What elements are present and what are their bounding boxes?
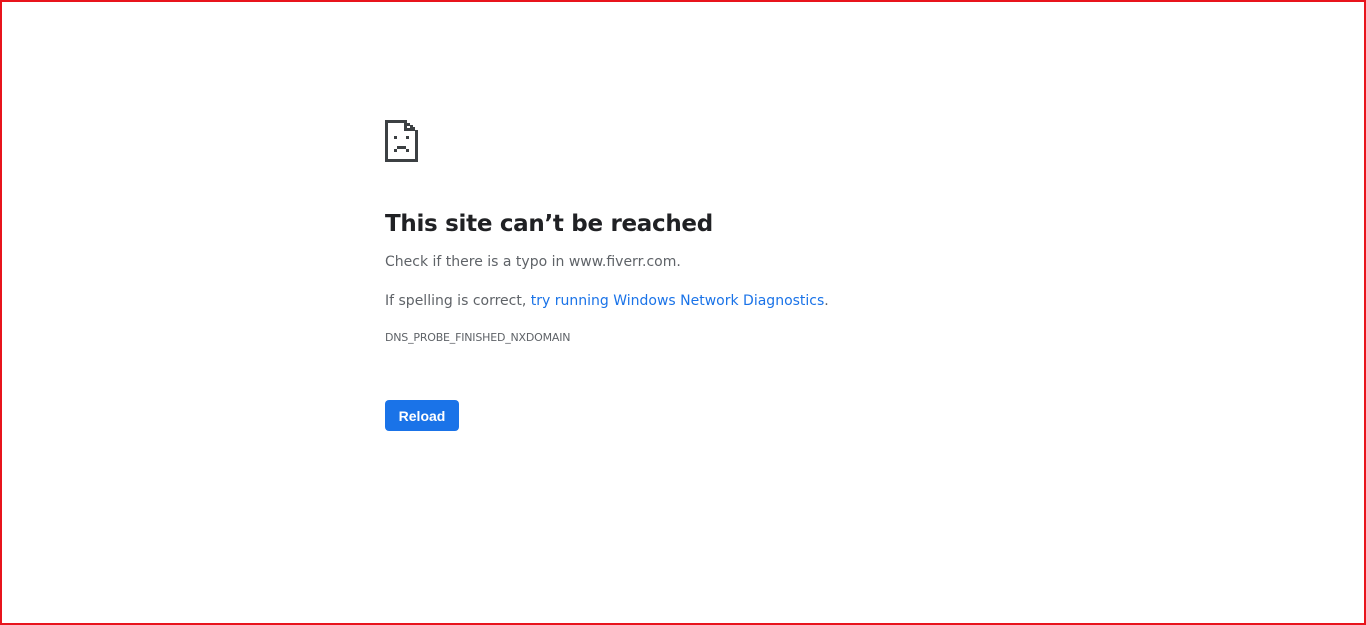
diagnostics-message: If spelling is correct, try running Wind… [385,291,1085,311]
diagnostics-prefix: If spelling is correct, [385,293,531,309]
typo-message: Check if there is a typo in www.fiverr.c… [385,254,681,270]
reload-button[interactable]: Reload [385,400,459,431]
page-frame: This site can’t be reached Check if ther… [0,0,1366,625]
page-title: This site can’t be reached [385,211,713,237]
error-content: This site can’t be reached Check if ther… [385,120,1085,431]
error-code: DNS_PROBE_FINISHED_NXDOMAIN [385,331,571,344]
sad-document-icon [385,120,418,162]
diagnostics-link[interactable]: try running Windows Network Diagnostics [531,293,825,309]
diagnostics-suffix: . [824,293,829,309]
